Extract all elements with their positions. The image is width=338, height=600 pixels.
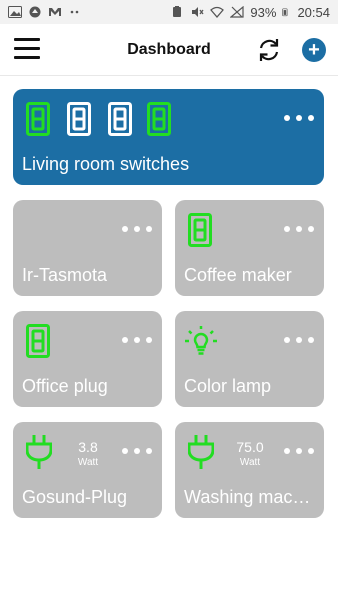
switch-off-icon[interactable] [108,102,132,136]
no-signal-icon [230,6,245,18]
more-notifications-icon [70,10,79,14]
location-icon [29,6,41,18]
system-icons: 93% 20:54 [170,5,330,20]
switch-on-icon[interactable] [26,324,50,358]
mute-icon [192,7,204,17]
more-options-button[interactable] [284,226,314,234]
more-options-button[interactable] [284,448,314,456]
app-bar: Dashboard + [0,24,338,76]
power-unit: Watt [239,457,261,468]
power-unit: Watt [77,457,99,468]
battery-percentage: 93% [250,4,277,20]
ir-tasmota-tile[interactable]: Ir-Tasmota [13,200,162,296]
washing-machine-tile[interactable]: 75.0 Watt Washing machine [175,422,324,518]
status-bar: 93% 20:54 [0,0,338,24]
tile-label: Coffee maker [184,265,292,285]
notification-icons [8,6,82,18]
power-plug-icon[interactable] [188,434,214,470]
tile-label: Office plug [22,376,108,396]
switch-on-icon[interactable] [26,102,50,136]
switch-on-icon[interactable] [188,213,212,247]
battery-icon [282,8,288,17]
add-device-button[interactable]: + [302,38,326,62]
refresh-icon[interactable] [256,37,282,63]
more-options-button[interactable] [122,337,152,345]
tile-label: Washing machine [184,487,314,507]
more-options-button[interactable] [284,115,314,123]
menu-icon-bar [14,38,40,41]
more-options-button[interactable] [284,337,314,345]
power-value: 75.0 [236,439,264,455]
menu-button[interactable] [14,38,40,60]
gosund-plug-tile[interactable]: 3.8 Watt Gosund-Plug [13,422,162,518]
office-plug-tile[interactable]: Office plug [13,311,162,407]
lightbulb-icon[interactable] [183,325,219,357]
menu-icon-bar [14,47,40,50]
coffee-maker-tile[interactable]: Coffee maker [175,200,324,296]
switch-on-icon[interactable] [147,102,171,136]
gallery-icon [8,6,22,18]
more-options-button[interactable] [122,226,152,234]
power-reading: 75.0 Watt [231,439,269,468]
battery-saver-icon [173,6,182,17]
power-value: 3.8 [78,439,98,455]
mail-icon [49,8,61,16]
tile-label: Ir-Tasmota [22,265,108,285]
tile-label: Color lamp [184,376,272,396]
page-title: Dashboard [127,40,211,58]
clock: 20:54 [297,4,330,20]
wifi-icon [210,6,225,18]
tile-label: Living room switches [22,154,190,174]
power-reading: 3.8 Watt [73,439,103,468]
color-lamp-tile[interactable]: Color lamp [175,311,324,407]
tile-label: Gosund-Plug [22,487,128,507]
switch-off-icon[interactable] [67,102,91,136]
living-room-switches-tile[interactable]: Living room switches [13,89,324,185]
more-options-button[interactable] [122,448,152,456]
power-plug-icon[interactable] [26,434,52,470]
menu-icon-bar [14,56,40,59]
